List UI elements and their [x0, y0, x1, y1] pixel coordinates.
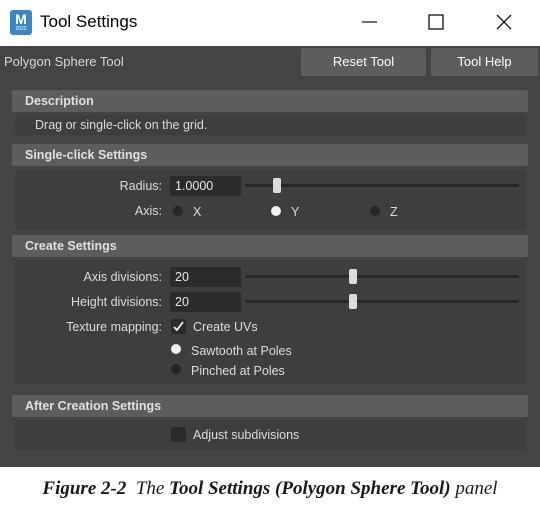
checkmark-icon: [173, 321, 184, 332]
height-divisions-field[interactable]: 20: [170, 292, 241, 312]
axis-y-label: Y: [291, 205, 300, 219]
single-click-section-body: Radius: 1.0000 Axis: X Y Z: [15, 170, 526, 230]
window-titlebar: M 2022 Tool Settings: [0, 0, 540, 46]
minimize-icon: [362, 21, 377, 23]
maximize-icon: [428, 14, 444, 30]
app-icon-letter: M: [15, 11, 27, 27]
axis-y-radio[interactable]: [271, 206, 281, 216]
caption-bold-title: Tool Settings (Polygon Sphere Tool): [169, 478, 451, 499]
description-section-body: Drag or single-click on the grid.: [15, 115, 526, 135]
close-icon: [496, 14, 512, 30]
description-section-header[interactable]: Description: [12, 90, 528, 112]
radius-label: Radius:: [119, 179, 162, 193]
minimize-button[interactable]: [347, 6, 393, 38]
figure-caption: Figure 2-2 The Tool Settings (Polygon Sp…: [0, 478, 540, 500]
create-section-body: Axis divisions: 20 Height divisions: 20 …: [15, 260, 526, 385]
single-click-section-header[interactable]: Single-click Settings: [12, 144, 528, 166]
axis-x-label: X: [193, 205, 202, 219]
axis-divisions-slider-handle[interactable]: [349, 269, 357, 284]
height-divisions-label: Height divisions:: [70, 295, 162, 309]
create-header-label: Create Settings: [25, 239, 117, 253]
description-header-label: Description: [25, 94, 94, 108]
after-creation-header-label: After Creation Settings: [25, 399, 162, 413]
create-uvs-label: Create UVs: [193, 320, 258, 334]
height-divisions-slider[interactable]: [245, 300, 519, 303]
caption-figure-number: Figure 2-2: [42, 478, 127, 499]
after-creation-section-header[interactable]: After Creation Settings: [12, 395, 528, 417]
description-text: Drag or single-click on the grid.: [35, 118, 208, 132]
single-click-header-label: Single-click Settings: [25, 148, 148, 162]
axis-label: Axis:: [134, 204, 162, 218]
caption-panel: panel: [455, 478, 498, 499]
tool-settings-panel: Polygon Sphere Tool Reset Tool Tool Help…: [0, 46, 540, 467]
after-creation-section-body: Adjust subdivisions: [15, 420, 526, 450]
close-button[interactable]: [481, 6, 527, 38]
tool-help-button[interactable]: Tool Help: [431, 48, 538, 76]
maya-app-icon: M 2022: [10, 10, 32, 35]
height-divisions-slider-handle[interactable]: [349, 294, 357, 309]
adjust-subdivisions-checkbox[interactable]: [171, 427, 186, 442]
radius-slider-handle[interactable]: [273, 178, 281, 193]
app-icon-version: 2022: [15, 26, 27, 32]
axis-z-radio[interactable]: [370, 206, 380, 216]
axis-z-label: Z: [390, 205, 398, 219]
sawtooth-radio[interactable]: [171, 344, 181, 354]
radius-slider[interactable]: [245, 184, 519, 187]
create-section-header[interactable]: Create Settings: [12, 235, 528, 257]
sawtooth-label: Sawtooth at Poles: [191, 344, 292, 358]
axis-divisions-field[interactable]: 20: [170, 267, 241, 287]
maximize-button[interactable]: [413, 6, 459, 38]
create-uvs-checkbox[interactable]: [171, 319, 186, 334]
tool-name: Polygon Sphere Tool: [4, 54, 124, 69]
axis-divisions-slider[interactable]: [245, 275, 519, 278]
window-title: Tool Settings: [40, 12, 138, 31]
axis-divisions-label: Axis divisions:: [83, 270, 163, 284]
radius-field[interactable]: 1.0000: [170, 176, 241, 196]
pinched-radio[interactable]: [171, 364, 181, 374]
caption-the: The: [135, 478, 165, 499]
axis-x-radio[interactable]: [173, 206, 183, 216]
reset-tool-button[interactable]: Reset Tool: [301, 48, 426, 76]
texture-mapping-label: Texture mapping:: [66, 320, 162, 334]
adjust-subdivisions-label: Adjust subdivisions: [193, 428, 300, 442]
pinched-label: Pinched at Poles: [191, 364, 285, 378]
